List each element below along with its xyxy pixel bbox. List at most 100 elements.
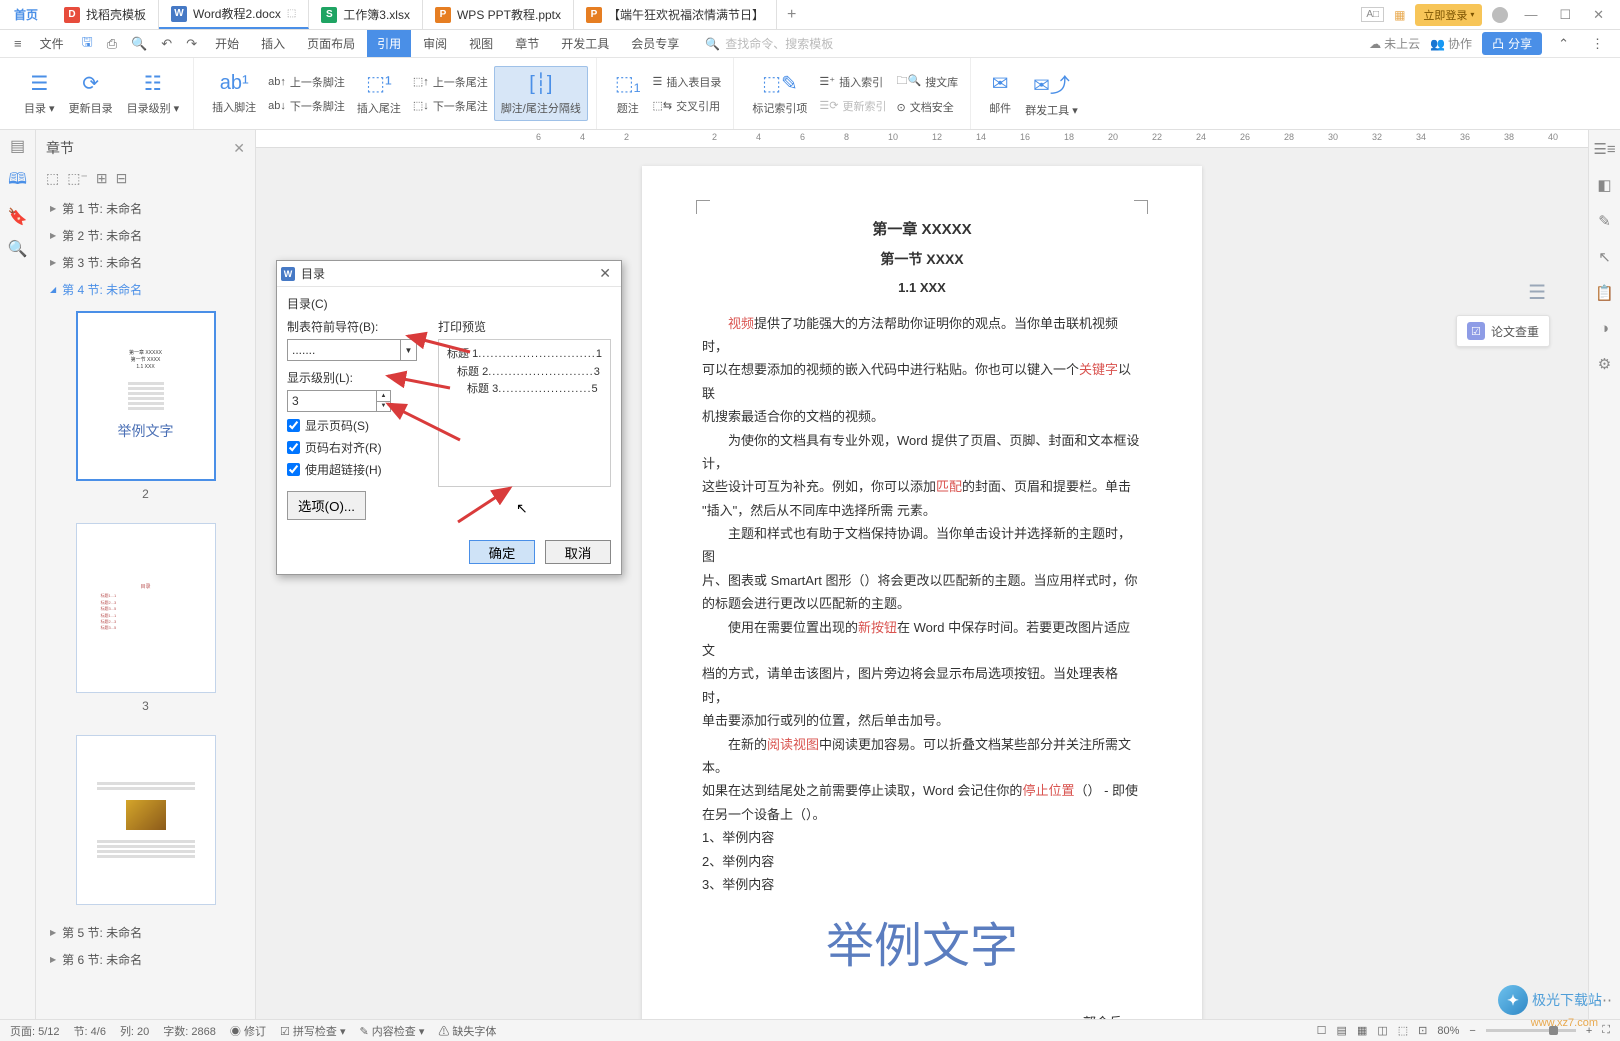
menu-layout[interactable]: 页面布局 [297, 30, 365, 57]
insert-endnote-button[interactable]: ⬚¹插入尾注 [351, 67, 407, 120]
status-section[interactable]: 节: 4/6 [74, 1023, 106, 1039]
add-after-icon[interactable]: ⊟ [116, 170, 128, 187]
prev-footnote-button[interactable]: ab↑上一条脚注 [264, 72, 349, 92]
maximize-icon[interactable]: ☐ [1553, 7, 1577, 23]
status-charcount[interactable]: 字数: 2868 [163, 1023, 216, 1039]
redo-icon[interactable]: ↷ [180, 36, 203, 52]
page-thumbnail-4[interactable] [76, 735, 216, 905]
command-search[interactable]: 🔍查找命令、搜索模板 [705, 35, 833, 52]
rail-clipboard-icon[interactable]: 📋 [1595, 284, 1614, 302]
toc-level-button[interactable]: ☷目录级别 ▾ [121, 67, 186, 120]
rail-select-icon[interactable]: ↖ [1598, 248, 1611, 266]
view-focus-icon[interactable]: ⬚ [1398, 1024, 1408, 1037]
spin-down-icon[interactable]: ▼ [377, 402, 390, 412]
section-item-1[interactable]: ▶第 1 节: 未命名 [44, 195, 247, 222]
file-tab-ppt1[interactable]: PWPS PPT教程.pptx [423, 0, 574, 29]
login-button[interactable]: 立即登录▾ [1415, 4, 1482, 26]
ok-button[interactable]: 确定 [469, 540, 535, 564]
options-button[interactable]: 选项(O)... [287, 491, 366, 520]
view-page-icon[interactable]: ☐ [1317, 1024, 1327, 1037]
view-web-icon[interactable]: ▤ [1337, 1024, 1347, 1037]
toc-button[interactable]: ☰目录 ▾ [18, 67, 61, 120]
file-tab-excel[interactable]: S工作簿3.xlsx [309, 0, 423, 29]
tab-add-button[interactable]: + [777, 6, 806, 24]
file-tab-word[interactable]: WWord教程2.docx⬚ [159, 0, 309, 29]
check-show-page[interactable]: 显示页码(S) [287, 417, 426, 434]
footnote-separator-button[interactable]: [┆]脚注/尾注分隔线 [494, 66, 588, 121]
minimize-icon[interactable]: — [1518, 7, 1543, 22]
level-spinner[interactable]: 3▲▼ [287, 390, 391, 412]
cancel-button[interactable]: 取消 [545, 540, 611, 564]
section-item-6[interactable]: ▶第 6 节: 未命名 [44, 946, 247, 973]
chevron-down-icon[interactable]: ▼ [400, 340, 416, 360]
section-item-4[interactable]: ◢第 4 节: 未命名 [44, 276, 247, 303]
menu-file[interactable]: 文件 [30, 30, 74, 57]
next-footnote-button[interactable]: ab↓下一条脚注 [264, 96, 349, 116]
crossref-button[interactable]: ⬚⇆交叉引用 [649, 96, 726, 116]
section-item-5[interactable]: ▶第 5 节: 未命名 [44, 919, 247, 946]
fullscreen-icon[interactable]: ⛶ [1602, 1024, 1610, 1037]
window-close-icon[interactable]: ✕ [1587, 7, 1610, 23]
check-hyperlink[interactable]: 使用超链接(H) [287, 461, 426, 478]
page-break-icon[interactable]: ⬚ [46, 170, 59, 187]
menu-section[interactable]: 章节 [505, 30, 549, 57]
preview-icon[interactable]: 🔍 [125, 36, 153, 52]
status-missfont[interactable]: ⚠ 缺失字体 [438, 1023, 496, 1039]
section-item-3[interactable]: ▶第 3 节: 未命名 [44, 249, 247, 276]
rail-bookmark-icon[interactable]: 🔖 [8, 207, 28, 227]
collab-button[interactable]: 👥协作 [1430, 35, 1472, 52]
mass-send-button[interactable]: ✉⤴群发工具 ▾ [1019, 65, 1084, 122]
add-before-icon[interactable]: ⊞ [96, 170, 108, 187]
plagiarism-check-chip[interactable]: ☑论文查重 [1456, 315, 1550, 347]
del-page-icon[interactable]: ⬚⁻ [67, 170, 88, 187]
spin-up-icon[interactable]: ▲ [377, 391, 390, 402]
rail-search-icon[interactable]: 🔍 [8, 239, 28, 259]
view-outline-icon[interactable]: ▦ [1357, 1024, 1367, 1037]
mail-button[interactable]: ✉邮件 [983, 67, 1017, 120]
menu-start[interactable]: 开始 [205, 30, 249, 57]
leader-combo[interactable]: .......▼ [287, 339, 417, 361]
rail-translate-icon[interactable]: ◑ [1600, 320, 1609, 337]
status-page[interactable]: 页面: 5/12 [10, 1023, 60, 1039]
insert-index-button[interactable]: ☰⁺插入索引 [815, 72, 890, 92]
screenshot-icon[interactable]: A□ [1361, 7, 1384, 22]
avatar[interactable] [1492, 7, 1508, 23]
file-tab-ppt2[interactable]: P【端午狂欢祝福浓情满节日】 [574, 0, 777, 29]
next-endnote-button[interactable]: ⬚↓下一条尾注 [409, 96, 492, 116]
status-docchk[interactable]: ✎ 内容检查 ▾ [359, 1023, 424, 1039]
rail-book-icon[interactable]: 🕮 [8, 168, 27, 195]
view-read-icon[interactable]: ◫ [1377, 1024, 1387, 1037]
doc-secure-button[interactable]: ⊙文档安全 [892, 97, 962, 117]
page-thumbnail-3[interactable]: 目录 标题1...1标题2...3标题3...5标题1...1标题2...3标题… [76, 523, 216, 693]
caption-button[interactable]: ⬚₁题注 [609, 67, 647, 120]
dialog-close-icon[interactable]: ✕ [595, 265, 615, 282]
menu-dev[interactable]: 开发工具 [551, 30, 619, 57]
menu-review[interactable]: 审阅 [413, 30, 457, 57]
rail-style-icon[interactable]: ◧ [1597, 176, 1611, 194]
more-icon[interactable]: ⋮ [1585, 36, 1610, 52]
grid-apps-icon[interactable]: ▦ [1394, 8, 1405, 22]
prev-endnote-button[interactable]: ⬚↑上一条尾注 [409, 72, 492, 92]
check-right-align[interactable]: 页码右对齐(R) [287, 439, 426, 456]
close-icon[interactable]: ⬚ [287, 8, 296, 19]
undo-icon[interactable]: ↶ [155, 36, 178, 52]
rail-pen-icon[interactable]: ✎ [1598, 212, 1611, 230]
mark-index-button[interactable]: ⬚✎标记索引项 [746, 67, 813, 120]
rail-thumbnail-icon[interactable]: ▤ [10, 136, 25, 156]
print-icon[interactable]: ⎙ [101, 36, 123, 52]
page-thumbnail-2[interactable]: 第一章 XXXXX第一节 XXXX1.1 XXX 举例文字 [76, 311, 216, 481]
menu-vip[interactable]: 会员专享 [621, 30, 689, 57]
rail-toolbox-icon[interactable]: ☰≡ [1593, 140, 1615, 158]
update-toc-button[interactable]: ⟳更新目录 [63, 67, 119, 120]
menu-insert[interactable]: 插入 [251, 30, 295, 57]
zoom-fit-icon[interactable]: ⊡ [1418, 1024, 1427, 1037]
file-tab-template[interactable]: D找稻壳模板 [52, 0, 159, 29]
zoom-out-icon[interactable]: − [1469, 1025, 1475, 1037]
status-track-icon[interactable]: ◉ 修订 [230, 1023, 266, 1039]
save-icon[interactable]: 🖫 [76, 33, 99, 55]
collapse-ribbon-icon[interactable]: ⌃ [1552, 36, 1575, 52]
menu-hamburger-icon[interactable]: ≡ [8, 36, 28, 51]
document-page[interactable]: 第一章 XXXXX 第一节 XXXX 1.1 XXX 视频提供了功能强大的方法帮… [642, 166, 1202, 1019]
menu-view[interactable]: 视图 [459, 30, 503, 57]
nav-close-icon[interactable]: ✕ [233, 140, 245, 157]
